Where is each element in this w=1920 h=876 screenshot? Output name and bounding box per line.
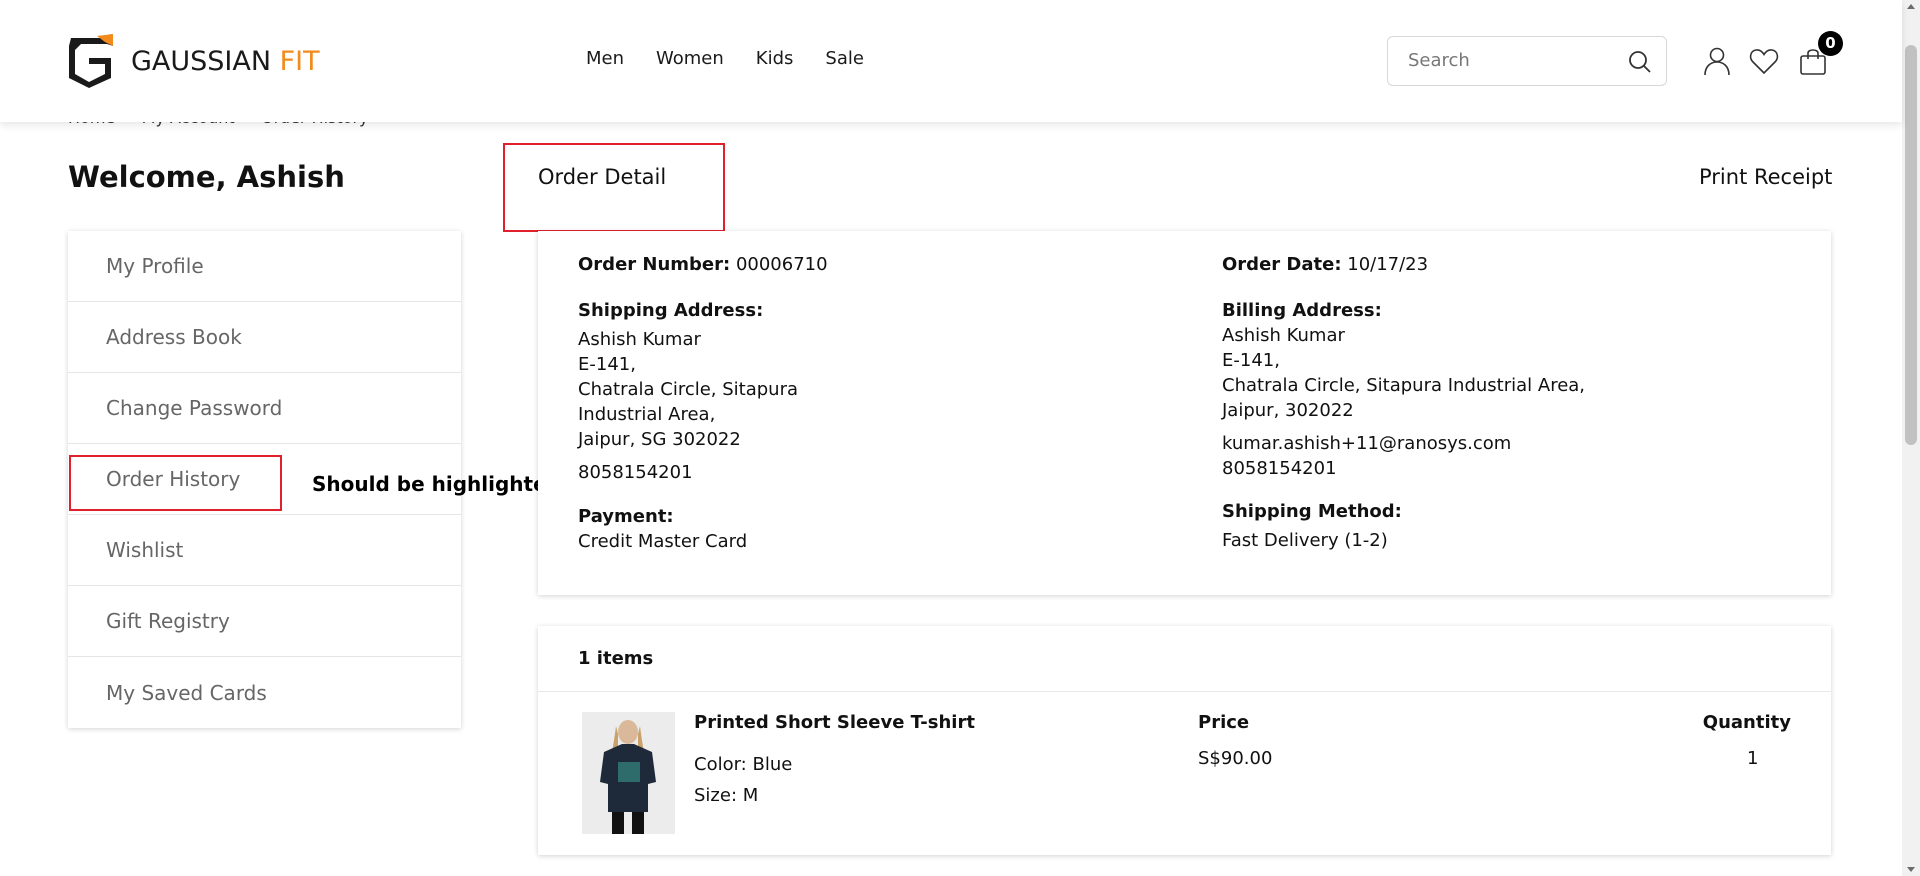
- order-detail-title: Order Detail: [538, 165, 667, 189]
- nav-women[interactable]: Women: [656, 48, 724, 69]
- shipping-line: E-141,: [578, 354, 636, 375]
- billing-line: Chatrala Circle, Sitapura Industrial Are…: [1222, 375, 1586, 396]
- annotation-text: Should be highlighted: [312, 472, 561, 496]
- shipping-method-label: Shipping Method:: [1222, 501, 1402, 522]
- site-header: GAUSSIAN FIT Men Women Kids Sale 0: [0, 0, 1902, 122]
- search-box: [1387, 36, 1667, 86]
- shipping-address-label: Shipping Address:: [578, 300, 764, 321]
- shipping-line: Jaipur, SG 302022: [578, 429, 741, 450]
- heart-icon[interactable]: [1749, 46, 1779, 76]
- product-quantity: 1: [1747, 748, 1759, 769]
- shipping-line: Chatrala Circle, Sitapura: [578, 379, 799, 400]
- payment-value: Credit Master Card: [578, 531, 748, 552]
- product-image[interactable]: [582, 712, 675, 834]
- sidebar-item-wishlist[interactable]: Wishlist: [68, 515, 461, 586]
- user-icon[interactable]: [1702, 46, 1732, 76]
- billing-email: kumar.ashish+11@ranosys.com: [1222, 433, 1512, 454]
- order-detail-card: Order Number: 00006710 Order Date: 10/17…: [538, 231, 1831, 595]
- nav-sale[interactable]: Sale: [825, 48, 864, 69]
- annotation-box-order-history: [69, 455, 282, 511]
- shipping-phone: 8058154201: [578, 462, 693, 483]
- billing-line: E-141,: [1222, 350, 1280, 371]
- sidebar-item-address-book[interactable]: Address Book: [68, 302, 461, 373]
- payment-label: Payment:: [578, 506, 674, 527]
- quantity-header: Quantity: [1702, 712, 1791, 733]
- billing-name: Ashish Kumar: [1222, 325, 1345, 346]
- scroll-down-arrow-icon[interactable]: [1907, 867, 1915, 872]
- product-color: Color: Blue: [694, 754, 793, 775]
- shipping-method: Shipping Method: Fast Delivery (1-2): [1222, 499, 1402, 553]
- cart-count-badge: 0: [1818, 31, 1843, 56]
- price-header: Price: [1198, 712, 1250, 733]
- page-scrollbar[interactable]: [1902, 0, 1920, 876]
- order-date: Order Date: 10/17/23: [1222, 254, 1429, 275]
- product-price: S$90.00: [1198, 748, 1273, 769]
- shipping-address: Shipping Address: Ashish Kumar E-141, Ch…: [578, 298, 798, 485]
- order-number: Order Number: 00006710: [578, 254, 828, 275]
- main-nav: Men Women Kids Sale: [586, 48, 864, 69]
- items-count: 1 items: [538, 626, 1831, 692]
- shipping-method-value: Fast Delivery (1-2): [1222, 530, 1388, 551]
- product-size: Size: M: [694, 785, 759, 806]
- product-name[interactable]: Printed Short Sleeve T-shirt: [694, 712, 975, 733]
- scroll-thumb[interactable]: [1905, 45, 1917, 445]
- nav-men[interactable]: Men: [586, 48, 624, 69]
- sidebar-item-gift-registry[interactable]: Gift Registry: [68, 586, 461, 657]
- gaussian-logo-icon: [69, 34, 113, 88]
- order-items-card: 1 items Printed Short Sleeve T-shirt Col…: [538, 626, 1831, 855]
- shipping-line: Industrial Area,: [578, 404, 716, 425]
- billing-line: Jaipur, 302022: [1222, 400, 1354, 421]
- nav-kids[interactable]: Kids: [756, 48, 794, 69]
- brand-name: GAUSSIAN FIT: [131, 45, 320, 77]
- scroll-up-arrow-icon[interactable]: [1907, 4, 1915, 9]
- billing-address: Billing Address: Ashish Kumar E-141, Cha…: [1222, 298, 1585, 481]
- search-input[interactable]: [1408, 50, 1608, 71]
- payment-info: Payment: Credit Master Card: [578, 504, 747, 554]
- shipping-name: Ashish Kumar: [578, 329, 701, 350]
- sidebar-item-change-password[interactable]: Change Password: [68, 373, 461, 444]
- welcome-heading: Welcome, Ashish: [68, 160, 345, 194]
- sidebar-item-my-profile[interactable]: My Profile: [68, 231, 461, 302]
- billing-address-label: Billing Address:: [1222, 300, 1382, 321]
- print-receipt-link[interactable]: Print Receipt: [1699, 165, 1832, 189]
- sidebar-item-saved-cards[interactable]: My Saved Cards: [68, 657, 461, 728]
- brand-logo[interactable]: GAUSSIAN FIT: [67, 34, 320, 88]
- search-icon[interactable]: [1628, 50, 1652, 74]
- billing-phone: 8058154201: [1222, 458, 1337, 479]
